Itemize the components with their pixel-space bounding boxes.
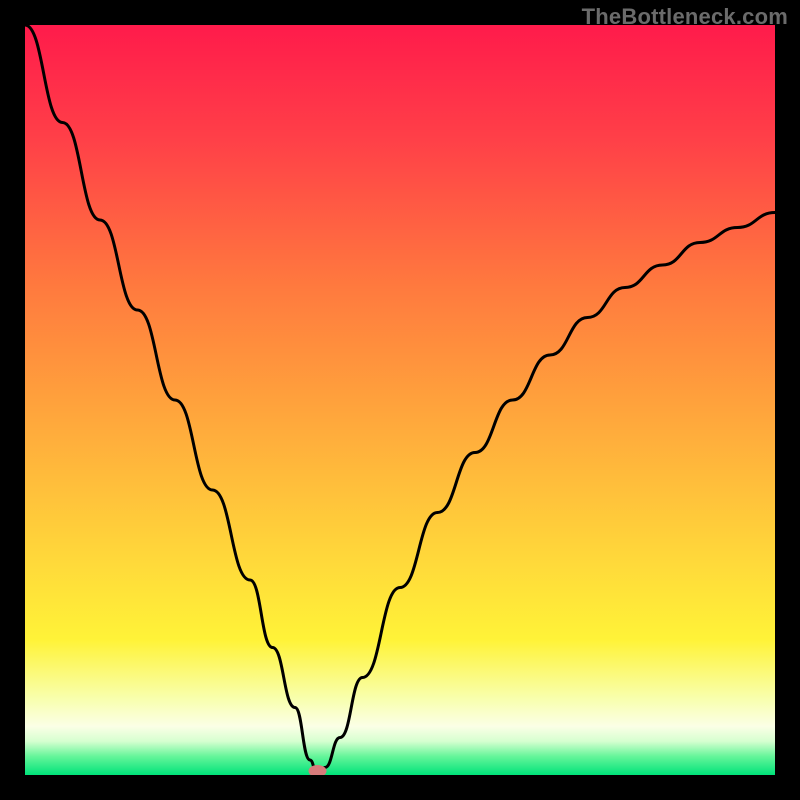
plot-area (25, 25, 775, 775)
chart-frame: TheBottleneck.com (0, 0, 800, 800)
chart-svg (25, 25, 775, 775)
gradient-background (25, 25, 775, 775)
